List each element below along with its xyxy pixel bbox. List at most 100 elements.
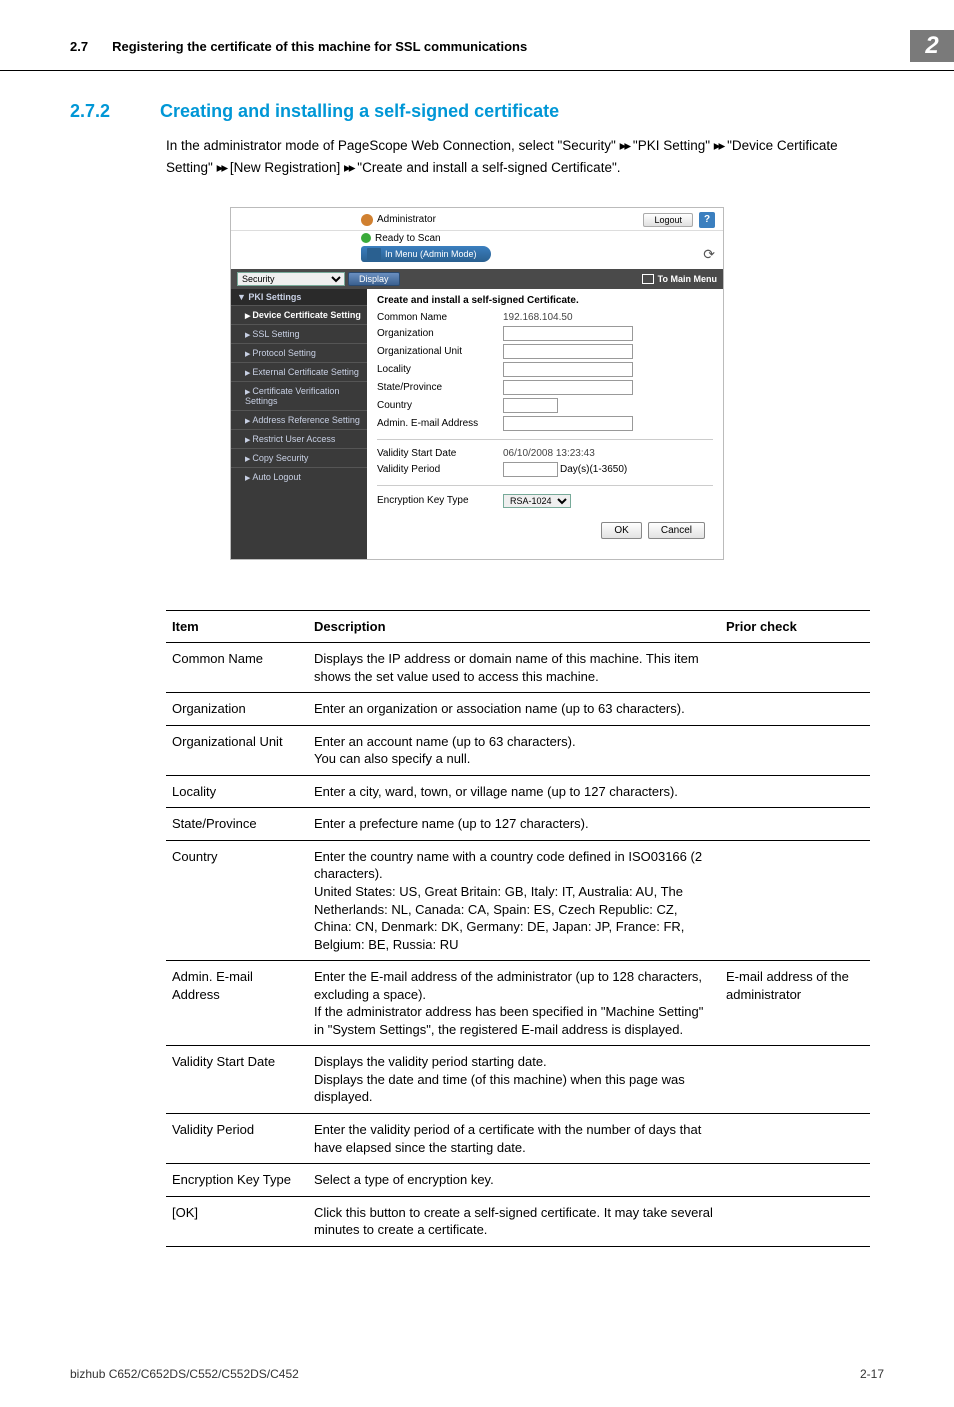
cell-description: Enter an account name (up to 63 characte… (308, 725, 720, 775)
th-description: Description (308, 610, 720, 643)
embedded-screenshot: Administrator Logout ? Ready to Scan In … (230, 207, 724, 560)
cell-prior-check (720, 775, 870, 808)
cell-description: Enter a prefecture name (up to 127 chara… (308, 808, 720, 841)
intro-paragraph: In the administrator mode of PageScope W… (166, 136, 884, 181)
cell-item: Country (166, 840, 308, 960)
cell-item: Encryption Key Type (166, 1164, 308, 1197)
validity-period-input[interactable] (503, 462, 558, 477)
heading-272: 2.7.2 Creating and installing a self-sig… (70, 101, 884, 122)
user-icon (361, 214, 373, 226)
label-validity-period: Validity Period (377, 464, 503, 475)
table-row: Admin. E-mail AddressEnter the E-mail ad… (166, 961, 870, 1046)
category-select[interactable]: Security (237, 272, 345, 286)
sidebar-item-address-ref[interactable]: Address Reference Setting (231, 410, 367, 429)
ready-status: Ready to Scan (375, 233, 441, 244)
mode-tab: In Menu (Admin Mode) (361, 246, 491, 262)
value-validity-start: 06/10/2008 13:23:43 (503, 448, 595, 459)
main-menu-label: To Main Menu (658, 274, 717, 284)
cancel-button[interactable]: Cancel (648, 522, 705, 539)
cell-prior-check (720, 840, 870, 960)
arrow-icon: ▸▸ (217, 162, 227, 177)
cell-description: Select a type of encryption key. (308, 1164, 720, 1197)
chapter-chip: 2 (910, 30, 954, 62)
cell-item: Common Name (166, 643, 308, 693)
cell-item: Organization (166, 693, 308, 726)
sidebar-item-copy-security[interactable]: Copy Security (231, 448, 367, 467)
section-title: Registering the certificate of this mach… (112, 39, 910, 54)
intro-b: "PKI Setting" (633, 138, 714, 153)
sidebar-item-restrict-user[interactable]: Restrict User Access (231, 429, 367, 448)
mode-label: In Menu (Admin Mode) (385, 249, 477, 259)
table-row: Validity PeriodEnter the validity period… (166, 1113, 870, 1163)
page-header: 2.7 Registering the certificate of this … (0, 0, 954, 71)
label-validity-start: Validity Start Date (377, 448, 503, 459)
cell-item: Organizational Unit (166, 725, 308, 775)
sidebar-item-external-cert[interactable]: External Certificate Setting (231, 362, 367, 381)
footer-page: 2-17 (860, 1367, 884, 1381)
cell-prior-check (720, 1164, 870, 1197)
cell-prior-check (720, 808, 870, 841)
cell-description: Enter a city, ward, town, or village nam… (308, 775, 720, 808)
organization-input[interactable] (503, 326, 633, 341)
th-item: Item (166, 610, 308, 643)
table-row: Common NameDisplays the IP address or do… (166, 643, 870, 693)
sidebar-group-pki[interactable]: ▼ PKI Settings (231, 289, 367, 305)
table-row: OrganizationEnter an organization or ass… (166, 693, 870, 726)
org-unit-input[interactable] (503, 344, 633, 359)
label-common-name: Common Name (377, 312, 503, 323)
enc-key-select[interactable]: RSA-1024 (503, 494, 571, 508)
label-org-unit: Organizational Unit (377, 346, 503, 357)
state-input[interactable] (503, 380, 633, 395)
cell-prior-check (720, 725, 870, 775)
cell-description: Enter the E-mail address of the administ… (308, 961, 720, 1046)
sidebar: ▼ PKI Settings Device Certificate Settin… (231, 289, 367, 559)
cell-description: Displays the validity period starting da… (308, 1046, 720, 1114)
cell-description: Enter an organization or association nam… (308, 693, 720, 726)
heading-number: 2.7.2 (70, 101, 110, 122)
cell-item: State/Province (166, 808, 308, 841)
label-email: Admin. E-mail Address (377, 418, 503, 429)
footer-model: bizhub C652/C652DS/C552/C552DS/C452 (70, 1367, 860, 1381)
email-input[interactable] (503, 416, 633, 431)
arrow-icon: ▸▸ (344, 162, 354, 177)
sidebar-item-cert-verification[interactable]: Certificate Verification Settings (231, 381, 367, 410)
sidebar-item-protocol[interactable]: Protocol Setting (231, 343, 367, 362)
cell-description: Enter the validity period of a certifica… (308, 1113, 720, 1163)
th-prior-check: Prior check (720, 610, 870, 643)
locality-input[interactable] (503, 362, 633, 377)
admin-label: Administrator (377, 214, 436, 225)
arrow-icon: ▸▸ (714, 140, 724, 155)
display-button[interactable]: Display (348, 272, 400, 286)
cell-description: Click this button to create a self-signe… (308, 1196, 720, 1246)
arrow-icon: ▸▸ (620, 140, 630, 155)
section-number: 2.7 (70, 39, 88, 54)
label-state: State/Province (377, 382, 503, 393)
label-enc-key: Encryption Key Type (377, 495, 503, 506)
cell-prior-check: E-mail address of the administrator (720, 961, 870, 1046)
country-input[interactable] (503, 398, 558, 413)
table-row: Organizational UnitEnter an account name… (166, 725, 870, 775)
intro-d: [New Registration] (230, 160, 344, 175)
printer-icon (367, 248, 381, 260)
panel-title: Create and install a self-signed Certifi… (377, 295, 713, 306)
table-row: Encryption Key TypeSelect a type of encr… (166, 1164, 870, 1197)
value-common-name: 192.168.104.50 (503, 312, 573, 323)
main-menu-link[interactable]: To Main Menu (642, 274, 717, 284)
ok-button[interactable]: OK (601, 522, 641, 539)
table-row: CountryEnter the country name with a cou… (166, 840, 870, 960)
logout-button[interactable]: Logout (643, 213, 693, 227)
help-icon[interactable]: ? (699, 212, 715, 228)
sidebar-item-auto-logout[interactable]: Auto Logout (231, 467, 367, 486)
cell-description: Enter the country name with a country co… (308, 840, 720, 960)
label-country: Country (377, 400, 503, 411)
cell-item: [OK] (166, 1196, 308, 1246)
intro-a: In the administrator mode of PageScope W… (166, 138, 620, 153)
sidebar-item-device-cert[interactable]: Device Certificate Setting (231, 305, 367, 324)
intro-e: "Create and install a self-signed Certif… (357, 160, 620, 175)
refresh-icon[interactable]: ⟳ (703, 246, 715, 263)
cell-prior-check (720, 1113, 870, 1163)
sidebar-item-ssl[interactable]: SSL Setting (231, 324, 367, 343)
cell-prior-check (720, 643, 870, 693)
heading-title: Creating and installing a self-signed ce… (160, 101, 559, 122)
table-row: LocalityEnter a city, ward, town, or vil… (166, 775, 870, 808)
